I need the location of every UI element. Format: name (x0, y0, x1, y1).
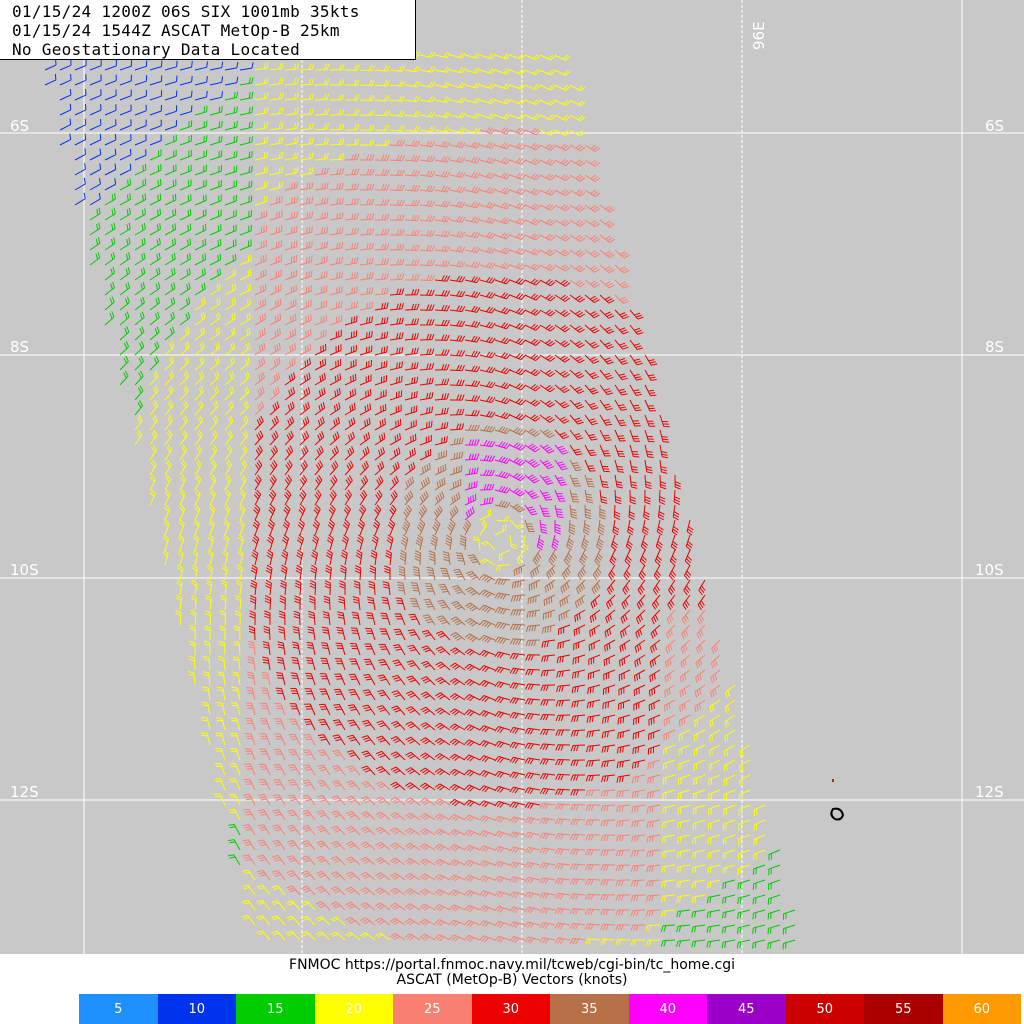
pass-time-line: 01/15/24 1544Z ASCAT MetOp-B 25km (12, 21, 340, 40)
legend-cell-5: 5 (79, 994, 158, 1024)
analysis-time-line: 01/15/24 1200Z 06S SIX 1001mb 35kts (12, 2, 360, 21)
lat-label-6s-right: 6S (985, 117, 1004, 135)
legend-title: ASCAT (MetOp-B) Vectors (knots) (396, 972, 628, 988)
lat-label-8s: 8S (10, 338, 29, 356)
lon-label-96e: 96E (750, 21, 768, 50)
lat-label-8s-right: 8S (985, 338, 1004, 356)
legend-cell-30: 30 (471, 994, 550, 1024)
legend-cell-55: 55 (864, 994, 943, 1024)
lat-label-12s-right: 12S (975, 783, 1004, 801)
lat-label-12s: 12S (10, 783, 39, 801)
credit-line: FNMOC https://portal.fnmoc.navy.mil/tcwe… (289, 957, 735, 973)
legend-cell-35: 35 (550, 994, 629, 1024)
lat-label-10s-right: 10S (975, 561, 1004, 579)
legend-cell-25: 25 (393, 994, 472, 1024)
lat-label-10s: 10S (10, 561, 39, 579)
header-info-box: 01/15/24 1200Z 06S SIX 1001mb 35kts 01/1… (0, 0, 416, 60)
legend-cell-60: 60 (942, 994, 1021, 1024)
legend-cell-40: 40 (628, 994, 707, 1024)
wind-speed-legend: 5 10 15 20 25 30 35 40 45 50 55 60 (79, 994, 1021, 1024)
legend-cell-50: 50 (785, 994, 864, 1024)
legend-cell-20: 20 (314, 994, 393, 1024)
lat-label-6s: 6S (10, 117, 29, 135)
scatterometer-wind-map: 6S 6S 8S 8S 10S 10S 12S 12S 96E (0, 0, 1024, 954)
legend-cell-45: 45 (707, 994, 786, 1024)
legend-cell-10: 10 (157, 994, 236, 1024)
legend-cell-15: 15 (236, 994, 315, 1024)
geostationary-note: No Geostationary Data Located (12, 40, 301, 59)
